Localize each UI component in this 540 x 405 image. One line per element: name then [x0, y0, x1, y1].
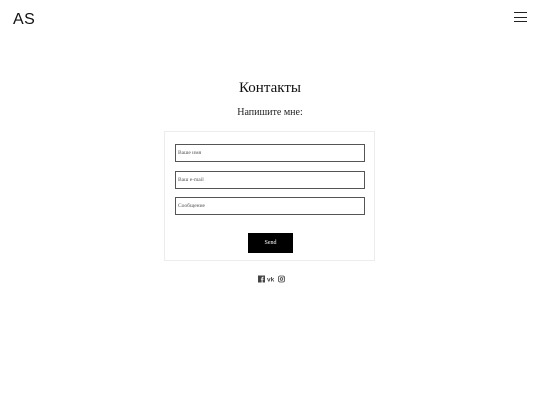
name-field[interactable] [175, 144, 365, 162]
page-subtitle: Напишите мне: [237, 107, 303, 118]
vk-text: vk [267, 277, 275, 283]
message-field[interactable] [175, 197, 365, 215]
hamburger-menu-icon[interactable] [514, 12, 527, 23]
page-title: Контакты [239, 80, 301, 96]
social-links: vk [258, 275, 285, 283]
send-button[interactable]: Send [248, 233, 293, 253]
email-field[interactable] [175, 171, 365, 189]
instagram-icon[interactable] [278, 275, 285, 283]
vk-icon[interactable]: vk [267, 275, 276, 283]
contact-form-card: Send [164, 131, 375, 261]
site-logo[interactable]: AS [13, 11, 35, 29]
facebook-icon[interactable] [258, 275, 265, 283]
